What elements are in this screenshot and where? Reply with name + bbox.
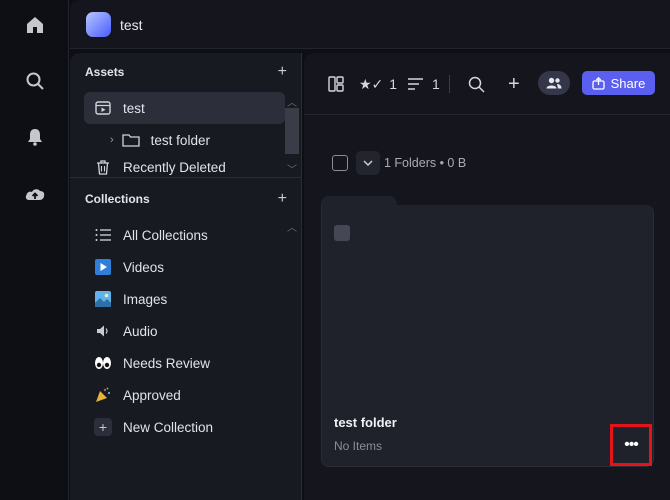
project-name[interactable]: test [120,17,143,33]
home-icon[interactable] [22,12,48,38]
folder-summary: 1 Folders • 0 B [384,156,467,170]
assets-heading: Assets [85,65,125,79]
toolbar: ★✓ 1 1 + Share [304,53,670,115]
party-popper-icon [94,386,112,404]
sidebar-item-folder[interactable]: › test folder [106,124,285,156]
sidebar-item-label: Approved [123,387,181,403]
scroll-down-icon[interactable]: ﹀ [287,161,297,176]
sidebar-item-needs-review[interactable]: Needs Review [84,347,285,379]
people-icon[interactable] [538,71,570,95]
folder-checkbox[interactable] [334,225,350,241]
share-icon [591,76,605,90]
global-nav-rail [0,0,69,500]
main-panel: ★✓ 1 1 + Share 1 Folders • 0 B test fold… [304,53,670,500]
chevron-right-icon[interactable]: › [110,134,114,146]
scroll-up-icon[interactable]: ︿ [287,219,297,234]
bell-icon[interactable] [22,124,48,150]
list-icon [94,226,112,244]
sort-lines-icon [408,78,423,90]
sidebar-item-label: All Collections [123,227,208,243]
project-icon [94,99,112,117]
more-icon: ••• [624,436,639,453]
folder-name[interactable]: test folder [334,415,397,430]
video-icon [94,258,112,276]
sort-count: 1 [432,76,440,92]
layout-toggle-icon[interactable] [328,73,344,95]
sidebar-divider [70,177,302,178]
sidebar-item-label: Videos [123,259,165,275]
sidebar-item-approved[interactable]: Approved [84,379,285,411]
cloud-upload-icon[interactable] [22,181,48,207]
chevron-down-icon[interactable] [356,151,380,175]
sidebar-item-images[interactable]: Images [84,283,285,315]
share-button[interactable]: Share [582,71,655,95]
speaker-icon [94,322,112,340]
sidebar-item-label: Images [123,291,168,307]
plus-icon: + [94,418,112,436]
filter-button[interactable]: ★✓ 1 [359,73,397,95]
search-icon[interactable] [468,73,485,95]
sidebar-item-label: Recently Deleted [123,159,226,175]
sidebar-item-audio[interactable]: Audio [84,315,285,347]
collections-heading: Collections [85,192,150,206]
sidebar-item-label: test [123,100,145,116]
more-options-button[interactable]: ••• [610,424,652,466]
toolbar-divider [449,75,450,93]
eyes-icon [94,354,112,372]
image-icon [94,290,112,308]
sidebar-item-label: test folder [150,132,210,148]
add-asset-button[interactable]: + [278,64,287,80]
trash-icon [94,158,112,176]
share-label: Share [610,75,646,91]
folder-icon [122,131,140,149]
sidebar-item-recently-deleted[interactable]: Recently Deleted [84,156,285,178]
sidebar-item-new-collection[interactable]: + New Collection [84,411,285,443]
filter-count: 1 [389,76,398,92]
search-icon[interactable] [22,68,48,94]
sidebar-item-videos[interactable]: Videos [84,251,285,283]
sidebar-item-label: Audio [123,323,158,339]
select-all-checkbox[interactable] [332,155,348,171]
add-collection-button[interactable]: + [278,191,287,207]
add-button[interactable]: + [508,73,520,95]
sidebar-item-label: Needs Review [123,355,211,371]
sort-button[interactable]: 1 [408,73,440,95]
sidebar-item-all-collections[interactable]: All Collections [84,219,285,251]
project-logo-icon[interactable] [86,12,111,37]
folder-card[interactable]: test folder No Items ••• [321,205,654,467]
assets-scrollbar[interactable] [285,108,299,154]
filter-icon: ★✓ [359,75,384,92]
sidebar-item-project[interactable]: test [84,92,285,124]
project-header: test [70,0,670,49]
scroll-up-icon[interactable]: ︿ [287,94,297,109]
sidebar: Assets + test › test folder Recently Del… [70,53,302,500]
sidebar-item-label: New Collection [123,419,214,435]
folder-item-count: No Items [334,439,383,453]
